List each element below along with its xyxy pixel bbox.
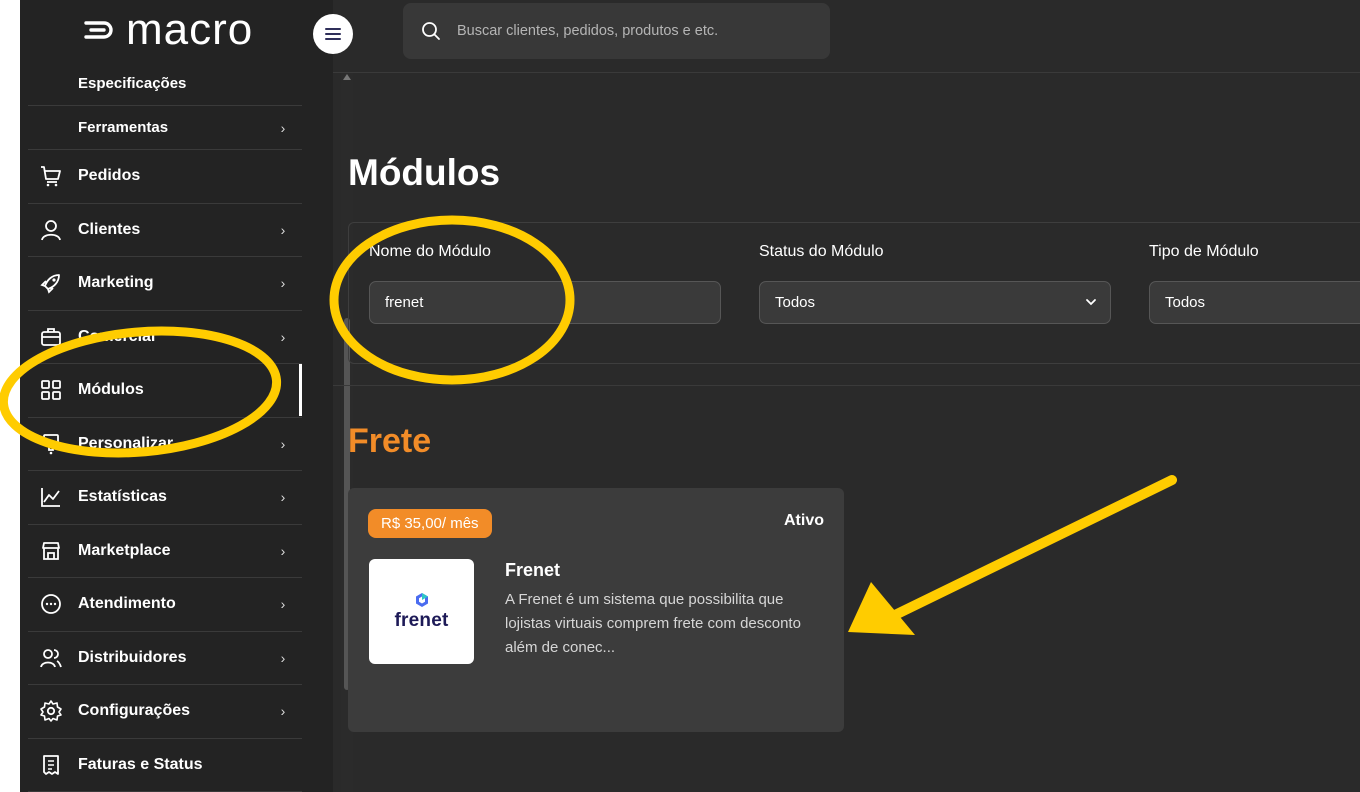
sidebar-item-label: Configurações (78, 702, 191, 720)
sidebar-item-label: Ferramentas (78, 119, 169, 136)
sidebar-item-label: Marketplace (78, 541, 171, 559)
chevron-right-icon: › (280, 542, 286, 559)
sidebar-item-label: Estatísticas (78, 488, 167, 506)
filter-type: Tipo de Módulo Todos (1149, 243, 1360, 324)
filter-status: Status do Módulo Todos (759, 243, 1111, 324)
rocket-icon (38, 270, 64, 296)
sidebar-item-personalizar[interactable]: Personalizar › (28, 418, 302, 471)
chevron-right-icon: › (280, 489, 286, 506)
chart-icon (38, 484, 64, 510)
sidebar-item-label: Comercial (78, 327, 156, 345)
chevron-right-icon: › (280, 221, 286, 238)
gear-icon (38, 698, 64, 724)
sidebar-item-label: Pedidos (78, 167, 141, 185)
sidebar-nav: Especificações Ferramentas › Pedidos Cliente… (28, 62, 302, 792)
module-name-field[interactable] (369, 281, 721, 324)
sidebar-item-label: Personalizar (78, 434, 174, 452)
status-label: Ativo (784, 512, 824, 529)
module-logo: frenet (369, 559, 474, 664)
search-input[interactable] (457, 23, 817, 39)
sidebar-item-label: Distribuidores (78, 648, 187, 666)
module-description: A Frenet é um sistema que possibilita qu… (505, 591, 801, 656)
cart-icon (38, 163, 64, 189)
module-type-select[interactable]: Todos (1149, 281, 1360, 324)
sidebar-item-distribuidores[interactable]: Distribuidores › (28, 632, 302, 685)
sidebar-item-especificacoes[interactable]: Especificações (28, 62, 302, 106)
sidebar-item-modulos[interactable]: Módulos (28, 364, 302, 418)
sidebar-item-estatisticas[interactable]: Estatísticas › (28, 471, 302, 525)
filters-divider (333, 385, 1360, 386)
sidebar-item-configuracoes[interactable]: Configurações › (28, 685, 302, 739)
search-icon (422, 22, 440, 40)
chevron-right-icon: › (280, 275, 286, 292)
sidebar-item-label: Faturas e Status (78, 755, 203, 773)
logo[interactable]: macro (82, 8, 253, 52)
chevron-right-icon: › (280, 596, 286, 613)
module-status-value: Todos (775, 294, 816, 311)
chevron-down-icon (1086, 299, 1096, 306)
sidebar-item-faturas-e-status[interactable]: Faturas e Status (28, 739, 302, 792)
menu-toggle-button[interactable] (313, 14, 353, 54)
sidebar-item-marketing[interactable]: Marketing › (28, 257, 302, 311)
chevron-right-icon: › (280, 703, 286, 720)
grid-icon (38, 377, 64, 403)
sidebar-item-atendimento[interactable]: Atendimento › (28, 578, 302, 632)
briefcase-icon (38, 324, 64, 350)
sidebar-item-comercial[interactable]: Comercial › (28, 311, 302, 364)
active-indicator (299, 364, 302, 416)
filters-panel: Nome do Módulo Status do Módulo Todos Ti… (348, 222, 1360, 364)
user-icon (38, 217, 64, 243)
section-title: Frete (348, 422, 432, 460)
sidebar-item-ferramentas[interactable]: Ferramentas › (28, 106, 302, 150)
chevron-right-icon: › (280, 435, 286, 452)
filter-type-label: Tipo de Módulo (1149, 243, 1259, 260)
invoice-icon (38, 752, 64, 778)
scroll-up-arrow-icon[interactable] (343, 74, 351, 80)
frenet-logo-icon (415, 592, 428, 607)
sidebar: macro Especificações Ferramentas › Pedidos C… (20, 0, 353, 792)
sidebar-item-label: Especificações (78, 75, 187, 92)
module-status-select[interactable]: Todos (759, 281, 1111, 324)
hamburger-icon (325, 28, 341, 40)
annotation-arrow-line (890, 475, 1177, 620)
filter-name: Nome do Módulo (369, 243, 721, 324)
sidebar-item-label: Marketing (78, 274, 154, 292)
sidebar-item-clientes[interactable]: Clientes › (28, 204, 302, 257)
sidebar-item-marketplace[interactable]: Marketplace › (28, 525, 302, 578)
users-icon (38, 645, 64, 671)
filter-name-label: Nome do Módulo (369, 243, 491, 260)
header-divider (333, 72, 1360, 73)
module-card-frenet[interactable]: R$ 35,00/ mês Ativo frenet Frenet A Fren… (348, 488, 844, 732)
global-search[interactable] (403, 3, 830, 59)
chevron-right-icon: › (280, 119, 286, 136)
module-name-input[interactable] (385, 294, 720, 311)
macro-logo-icon (84, 21, 113, 39)
chat-icon (38, 591, 64, 617)
module-logo-text: frenet (394, 609, 449, 631)
sidebar-item-pedidos[interactable]: Pedidos (28, 150, 302, 204)
brush-icon (38, 431, 64, 457)
sidebar-item-label: Atendimento (78, 595, 176, 613)
window-edge (0, 0, 20, 792)
chevron-right-icon: › (280, 649, 286, 666)
price-badge: R$ 35,00/ mês (368, 509, 492, 538)
annotation-arrow-head (848, 582, 915, 635)
chevron-right-icon: › (280, 328, 286, 345)
logo-text: macro (126, 5, 254, 54)
sidebar-item-label: Módulos (78, 381, 144, 399)
store-icon (38, 538, 64, 564)
module-name: Frenet (505, 560, 561, 580)
module-type-value: Todos (1165, 294, 1206, 311)
sidebar-item-label: Clientes (78, 220, 141, 238)
filter-status-label: Status do Módulo (759, 243, 884, 260)
page-title: Módulos (348, 152, 501, 193)
